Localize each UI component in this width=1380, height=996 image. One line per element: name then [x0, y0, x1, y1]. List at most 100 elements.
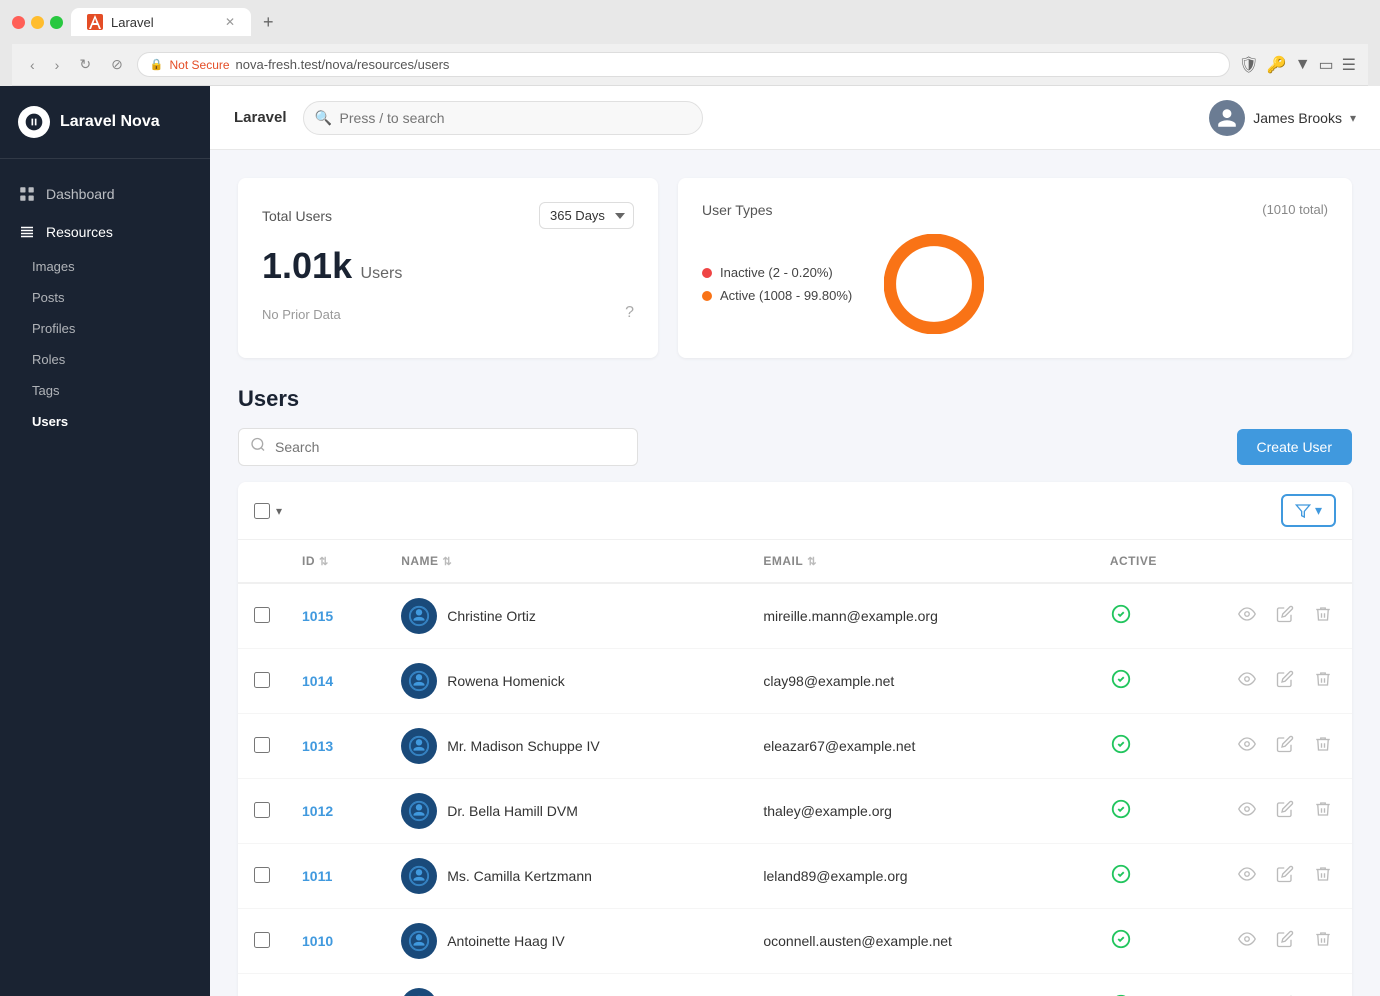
- total-users-value: 1.01k: [262, 245, 352, 286]
- tab-add-btn[interactable]: +: [263, 12, 274, 33]
- row-actions-cell: [1218, 649, 1352, 714]
- edit-button[interactable]: [1272, 601, 1298, 632]
- row-id[interactable]: 1015: [286, 583, 385, 649]
- vpn-icon[interactable]: ▼: [1295, 56, 1311, 74]
- view-button[interactable]: [1234, 601, 1260, 632]
- row-id[interactable]: 1009: [286, 974, 385, 996]
- brave-icon[interactable]: 🛡: [1238, 55, 1258, 75]
- user-types-card: User Types (1010 total) Inactive (2 - 0.…: [678, 178, 1352, 358]
- edit-button[interactable]: [1272, 926, 1298, 957]
- user-menu[interactable]: James Brooks ▾: [1209, 100, 1356, 136]
- view-button[interactable]: [1234, 926, 1260, 957]
- table-row: 1014 Rowena Homenick clay98@example.net: [238, 649, 1352, 714]
- edit-button[interactable]: [1272, 861, 1298, 892]
- app: Laravel Nova Dashboard Resources Images …: [0, 86, 1380, 996]
- row-name-text: Rowena Homenick: [447, 673, 565, 689]
- view-button[interactable]: [1234, 666, 1260, 697]
- user-avatar: [401, 598, 437, 634]
- sidebar-item-posts[interactable]: Posts: [0, 282, 210, 313]
- password-icon[interactable]: 🔑: [1267, 55, 1287, 75]
- maximize-dot[interactable]: [50, 16, 63, 29]
- row-email: thaley@example.org: [747, 779, 1093, 844]
- row-email: clay98@example.net: [747, 649, 1093, 714]
- edit-button[interactable]: [1272, 731, 1298, 762]
- select-dropdown-button[interactable]: ▾: [276, 504, 282, 518]
- close-dot[interactable]: [12, 16, 25, 29]
- tab-close-btn[interactable]: ✕: [225, 15, 235, 29]
- active-check-icon: [1110, 674, 1132, 694]
- row-checkbox[interactable]: [238, 909, 286, 974]
- period-select[interactable]: 365 Days 30 Days 7 Days Today: [539, 202, 634, 229]
- cast-icon[interactable]: ▭: [1319, 55, 1334, 75]
- row-active: [1094, 909, 1218, 974]
- row-checkbox[interactable]: [238, 844, 286, 909]
- edit-button[interactable]: [1272, 666, 1298, 697]
- table-row: 1011 Ms. Camilla Kertzmann leland89@exam…: [238, 844, 1352, 909]
- row-checkbox[interactable]: [238, 583, 286, 649]
- select-all-checkbox[interactable]: [254, 503, 270, 519]
- sidebar-item-profiles[interactable]: Profiles: [0, 313, 210, 344]
- row-id[interactable]: 1013: [286, 714, 385, 779]
- row-checkbox[interactable]: [238, 714, 286, 779]
- view-button[interactable]: [1234, 861, 1260, 892]
- th-id[interactable]: ID ⇅: [286, 540, 385, 583]
- sidebar-item-tags[interactable]: Tags: [0, 375, 210, 406]
- th-name[interactable]: NAME ⇅: [385, 540, 747, 583]
- section-title: Users: [238, 386, 1352, 412]
- sidebar-item-roles[interactable]: Roles: [0, 344, 210, 375]
- sidebar-item-images[interactable]: Images: [0, 251, 210, 282]
- row-id[interactable]: 1012: [286, 779, 385, 844]
- row-email: oconnell.austen@example.net: [747, 909, 1093, 974]
- bookmark-button[interactable]: ⊘: [105, 52, 129, 77]
- sidebar-item-users[interactable]: Users: [0, 406, 210, 437]
- refresh-button[interactable]: ↻: [73, 52, 97, 77]
- edit-button[interactable]: [1272, 796, 1298, 827]
- row-id[interactable]: 1010: [286, 909, 385, 974]
- delete-button[interactable]: [1310, 861, 1336, 892]
- row-id[interactable]: 1014: [286, 649, 385, 714]
- browser-tab[interactable]: Laravel ✕: [71, 8, 251, 36]
- help-icon[interactable]: ?: [625, 304, 634, 322]
- row-checkbox[interactable]: [238, 974, 286, 996]
- users-search-wrapper: [238, 428, 638, 466]
- avatar: [1209, 100, 1245, 136]
- delete-button[interactable]: [1310, 601, 1336, 632]
- search-input[interactable]: [303, 101, 703, 135]
- app-name: Laravel: [234, 109, 287, 126]
- row-actions: [1234, 666, 1336, 697]
- users-search-input[interactable]: [238, 428, 638, 466]
- sidebar-item-resources[interactable]: Resources: [0, 213, 210, 251]
- delete-button[interactable]: [1310, 926, 1336, 957]
- row-checkbox[interactable]: [238, 779, 286, 844]
- menu-icon[interactable]: ☰: [1342, 55, 1356, 75]
- delete-button[interactable]: [1310, 731, 1336, 762]
- view-button[interactable]: [1234, 731, 1260, 762]
- delete-button[interactable]: [1310, 991, 1336, 996]
- email-sort-icon: ⇅: [807, 555, 817, 568]
- row-id[interactable]: 1011: [286, 844, 385, 909]
- address-bar[interactable]: 🔒 Not Secure nova-fresh.test/nova/resour…: [137, 52, 1231, 77]
- create-user-button[interactable]: Create User: [1237, 429, 1352, 465]
- table-body: 1015 Christine Ortiz mireille.mann@examp…: [238, 583, 1352, 996]
- user-chevron-icon: ▾: [1350, 111, 1356, 125]
- row-name-text: Mr. Madison Schuppe IV: [447, 738, 600, 754]
- th-active: ACTIVE: [1094, 540, 1218, 583]
- view-button[interactable]: [1234, 796, 1260, 827]
- user-avatar: [401, 858, 437, 894]
- forward-button[interactable]: ›: [49, 53, 66, 77]
- delete-button[interactable]: [1310, 666, 1336, 697]
- topbar: Laravel 🔍 James Brooks ▾: [210, 86, 1380, 150]
- minimize-dot[interactable]: [31, 16, 44, 29]
- edit-button[interactable]: [1272, 991, 1298, 996]
- row-checkbox[interactable]: [238, 649, 286, 714]
- row-actions: [1234, 731, 1336, 762]
- table-row: 1009 Saige Murazik yundt.maia@example.ne…: [238, 974, 1352, 996]
- filter-button[interactable]: ▾: [1281, 494, 1336, 527]
- sidebar-item-dashboard[interactable]: Dashboard: [0, 175, 210, 213]
- active-check-icon: [1110, 609, 1132, 629]
- delete-button[interactable]: [1310, 796, 1336, 827]
- th-email[interactable]: EMAIL ⇅: [747, 540, 1093, 583]
- view-button[interactable]: [1234, 991, 1260, 996]
- back-button[interactable]: ‹: [24, 53, 41, 77]
- user-types-title: User Types: [702, 202, 773, 218]
